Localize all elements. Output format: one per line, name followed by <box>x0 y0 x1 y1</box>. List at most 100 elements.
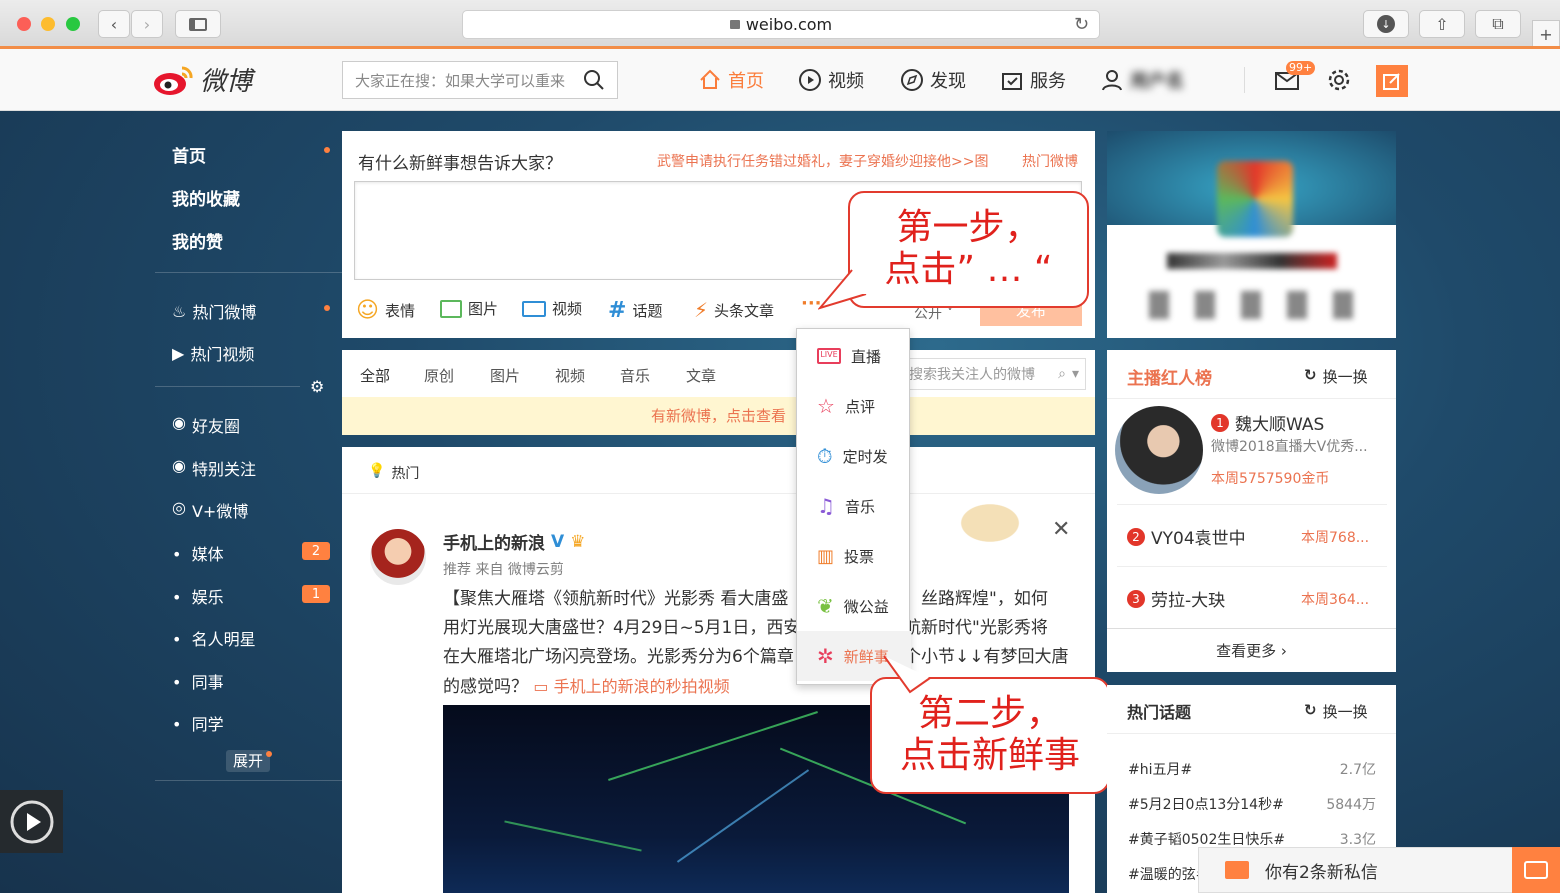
sidebar-toggle-button[interactable] <box>175 10 221 38</box>
topics-refresh-button[interactable]: ↻ 换一换 <box>1304 701 1368 722</box>
menu-item-music[interactable]: ♫ 音乐 <box>797 481 911 531</box>
nav-discover[interactable]: 发现 <box>900 49 966 111</box>
private-message-bar[interactable]: 你有2条新私信 <box>1198 847 1560 893</box>
left-nav-special-follow[interactable]: ◉ 特别关注 <box>172 456 256 480</box>
gear-icon[interactable]: ⚙ <box>310 377 324 396</box>
left-nav-favorites[interactable]: 我的收藏 <box>172 185 240 210</box>
search-box[interactable]: 大家正在搜：如果大学可以重来 <box>342 61 618 99</box>
anchor-avatar[interactable] <box>1115 406 1203 494</box>
downloads-button[interactable]: ↓ <box>1363 10 1409 38</box>
post-author[interactable]: 手机上的新浪 V ♛ <box>443 529 585 555</box>
anchor-item-1[interactable]: 1 魏大顺WAS <box>1211 410 1324 435</box>
left-nav-media[interactable]: • 媒体 <box>172 541 224 565</box>
hot-weibo-link[interactable]: 热门微博 <box>1022 151 1078 171</box>
tab-images[interactable]: 图片 <box>490 365 520 386</box>
reload-icon[interactable]: ↻ <box>1074 14 1089 35</box>
divider <box>1117 566 1387 567</box>
anchor-refresh-button[interactable]: ↻ 换一换 <box>1304 366 1368 387</box>
minimize-window-button[interactable] <box>41 17 55 31</box>
left-nav-celebrities[interactable]: • 名人明星 <box>172 626 256 650</box>
feed-search[interactable]: 搜索我关注人的微博 ⌕ ▾ <box>900 358 1086 390</box>
share-button[interactable]: ⇧ <box>1419 10 1465 38</box>
new-dot <box>324 305 330 311</box>
tab-video[interactable]: 视频 <box>555 365 585 386</box>
menu-item-review[interactable]: ☆ 点评 <box>797 381 911 431</box>
tab-articles[interactable]: 文章 <box>686 365 716 386</box>
dropdown-arrow-icon[interactable]: ▾ <box>1072 366 1079 382</box>
chat-button[interactable] <box>1512 847 1560 893</box>
edit-icon <box>1383 73 1400 90</box>
left-nav-likes[interactable]: 我的赞 <box>172 228 223 253</box>
user-name-blurred: 用户名 <box>1130 71 1184 92</box>
search-icon[interactable] <box>583 69 605 91</box>
video-tool[interactable]: 视频 <box>522 298 582 319</box>
mail-badge: 99+ <box>1286 61 1316 75</box>
media-player-button[interactable] <box>0 790 63 853</box>
live-icon: LIVE <box>817 348 841 364</box>
left-nav-hot-video[interactable]: ▶ 热门视频 <box>172 341 254 365</box>
left-nav-vplus[interactable]: ◎ V+微博 <box>172 498 248 522</box>
avatar[interactable] <box>370 529 426 585</box>
topic-tool[interactable]: # 话题 <box>608 298 662 323</box>
home-icon <box>700 69 720 89</box>
rank-badge: 1 <box>1211 413 1229 432</box>
compose-button[interactable] <box>1376 65 1408 97</box>
nav-service[interactable]: 服务 <box>1000 49 1066 111</box>
weibo-logo[interactable]: 微博 <box>152 61 252 98</box>
anchor-coins: 本周364... <box>1301 592 1370 608</box>
tab-all[interactable]: 全部 <box>360 365 390 386</box>
nav-home[interactable]: 首页 <box>698 49 764 111</box>
anchor-item-2[interactable]: 2 VY04袁世中 <box>1127 524 1246 549</box>
menu-item-charity[interactable]: ❦ 微公益 <box>797 581 911 631</box>
emoji-tool[interactable]: ☺ 表情 <box>356 298 415 323</box>
article-tool[interactable]: ⚡ 头条文章 <box>694 298 774 322</box>
close-icon[interactable]: ✕ <box>1052 517 1070 542</box>
nav-video[interactable]: 视频 <box>798 49 864 111</box>
address-bar[interactable]: weibo.com <box>462 10 1100 39</box>
anchor-rank-title: 主播红人榜 <box>1127 369 1212 389</box>
left-nav-entertainment[interactable]: • 娱乐 <box>172 584 224 608</box>
divider <box>155 780 342 781</box>
left-nav-classmates[interactable]: • 同学 <box>172 711 224 735</box>
left-nav-friends-circle[interactable]: ◉ 好友圈 <box>172 413 240 437</box>
tab-original[interactable]: 原创 <box>424 365 454 386</box>
profile-avatar-blurred[interactable] <box>1217 161 1293 237</box>
anchor-see-more[interactable]: 查看更多 › <box>1107 640 1396 661</box>
video-link[interactable]: ▭ 手机上的新浪的秒拍视频 <box>533 677 729 696</box>
back-button[interactable]: ‹ <box>98 10 130 38</box>
hot-topic-link[interactable]: 武警申请执行任务错过婚礼，妻子穿婚纱迎接他>>图 <box>657 151 988 171</box>
settings-button[interactable] <box>1326 67 1352 97</box>
anchor-item-3[interactable]: 3 劳拉-大玦 <box>1127 586 1225 611</box>
left-nav-home[interactable]: 首页 <box>172 142 206 167</box>
left-nav-hot-weibo[interactable]: ♨ 热门微博 <box>172 299 256 323</box>
new-posts-notice[interactable]: 有新微博，点击查看 <box>342 397 1095 435</box>
tabs-button[interactable]: ⧉ <box>1475 10 1521 38</box>
divider <box>155 386 300 387</box>
topic-item[interactable]: #黄子韬0502生日快乐# 3.3亿 <box>1128 829 1376 849</box>
expand-button[interactable]: 展开 <box>226 750 270 772</box>
refresh-icon: ↻ <box>1304 701 1317 719</box>
topic-item[interactable]: #hi五月# 2.7亿 <box>1128 759 1376 779</box>
menu-item-live[interactable]: LIVE 直播 <box>797 331 911 381</box>
menu-item-schedule[interactable]: ⏱ 定时发 <box>797 431 911 481</box>
search-input[interactable]: 大家正在搜：如果大学可以重来 <box>355 70 583 91</box>
forward-button[interactable]: › <box>131 10 163 38</box>
tab-music[interactable]: 音乐 <box>620 365 650 386</box>
nav-profile[interactable]: 用户名 <box>1100 49 1184 111</box>
anchor-coins: 本周768... <box>1301 530 1370 546</box>
menu-item-vote[interactable]: ▥ 投票 <box>797 531 911 581</box>
search-icon[interactable]: ⌕ <box>1058 366 1066 382</box>
messages-button[interactable]: 99+ <box>1274 61 1316 97</box>
image-tool[interactable]: 图片 <box>440 298 498 319</box>
sidebar-icon <box>189 17 207 31</box>
chat-icon <box>1524 861 1548 879</box>
maximize-window-button[interactable] <box>66 17 80 31</box>
close-window-button[interactable] <box>17 17 31 31</box>
topic-item[interactable]: #5月2日0点13分14秒# 5844万 <box>1128 794 1376 814</box>
feed-search-input[interactable]: 搜索我关注人的微博 <box>909 364 1052 384</box>
eye-icon: ◉ <box>172 456 186 475</box>
more-tools-menu: LIVE 直播 ☆ 点评 ⏱ 定时发 ♫ 音乐 ▥ 投票 ❦ 微公益 ✲ 新鲜事 <box>796 328 911 685</box>
new-tab-button[interactable]: + <box>1532 20 1560 48</box>
dog-sticker <box>950 497 1030 549</box>
left-nav-colleagues[interactable]: • 同事 <box>172 669 224 693</box>
